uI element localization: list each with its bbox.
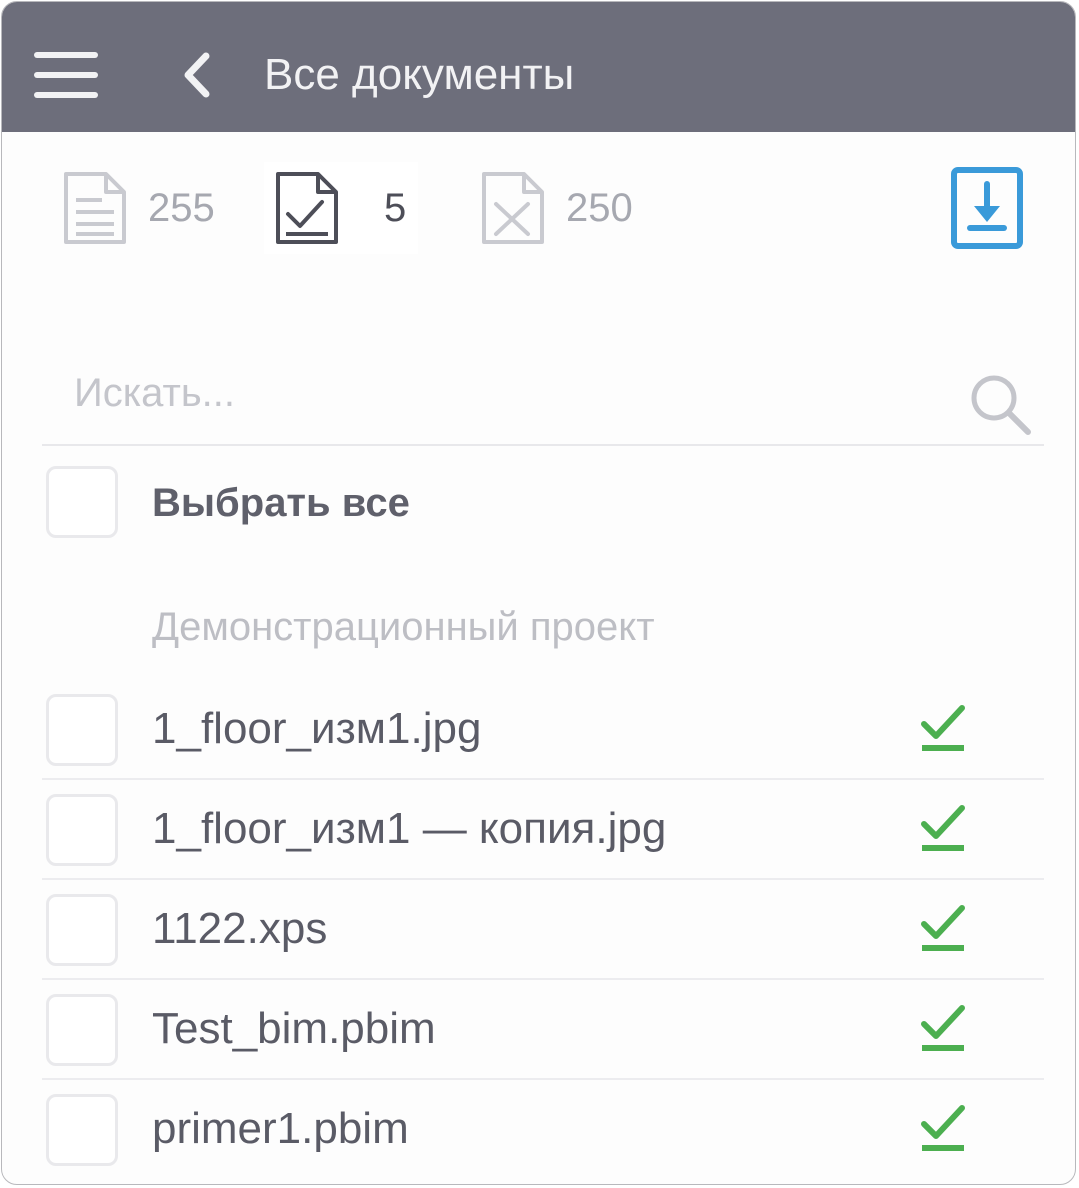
approved-status-icon — [921, 905, 965, 951]
select-all-checkbox[interactable] — [46, 466, 118, 538]
document-checkbox[interactable] — [46, 894, 118, 966]
app-window: Все документы 255 5 250 Искать... Выбрат… — [1, 1, 1076, 1185]
page-title: Все документы — [264, 50, 575, 99]
filter-approved-count: 5 — [384, 185, 407, 230]
app-bar: Все документы — [2, 2, 1075, 132]
filter-all-documents[interactable]: 255 — [62, 162, 215, 254]
search-icon[interactable] — [966, 370, 1036, 440]
approved-status-icon — [921, 805, 965, 851]
approved-status-icon — [921, 705, 965, 751]
document-checkbox[interactable] — [46, 794, 118, 866]
document-name: Test_bim.pbim — [152, 1004, 436, 1053]
filter-rejected-documents[interactable]: 250 — [480, 162, 633, 254]
project-group-title: Демонстрационный проект — [152, 605, 655, 649]
document-name: 1122.xps — [152, 904, 328, 953]
filter-rejected-count: 250 — [566, 185, 633, 230]
document-cross-icon — [482, 172, 544, 244]
document-row[interactable]: 1_floor_изм1.jpg — [42, 680, 1044, 780]
approved-status-icon — [921, 1005, 965, 1051]
search-bar — [42, 346, 1044, 446]
document-icon — [64, 172, 126, 244]
document-row[interactable]: 1_floor_изм1 — копия.jpg — [42, 780, 1044, 880]
document-row[interactable]: 1122.xps — [42, 880, 1044, 980]
document-name: 1_floor_изм1 — копия.jpg — [152, 804, 667, 853]
filter-all-count: 255 — [148, 185, 215, 230]
select-all-label: Выбрать все — [152, 481, 410, 525]
document-name: primer1.pbim — [152, 1104, 409, 1153]
chevron-left-icon[interactable] — [178, 52, 218, 98]
approved-status-icon — [921, 1105, 965, 1151]
filter-approved-documents[interactable]: 5 — [264, 162, 419, 254]
download-icon[interactable] — [950, 166, 1024, 250]
document-checkbox[interactable] — [46, 994, 118, 1066]
document-checkbox[interactable] — [46, 694, 118, 766]
hamburger-menu-icon[interactable] — [34, 52, 98, 98]
document-name: 1_floor_изм1.jpg — [152, 704, 482, 753]
document-row[interactable]: primer1.pbim — [42, 1080, 1044, 1180]
search-input[interactable] — [72, 364, 936, 422]
document-checkbox[interactable] — [46, 1094, 118, 1166]
document-check-icon — [276, 172, 338, 244]
document-row[interactable]: Test_bim.pbim — [42, 980, 1044, 1080]
